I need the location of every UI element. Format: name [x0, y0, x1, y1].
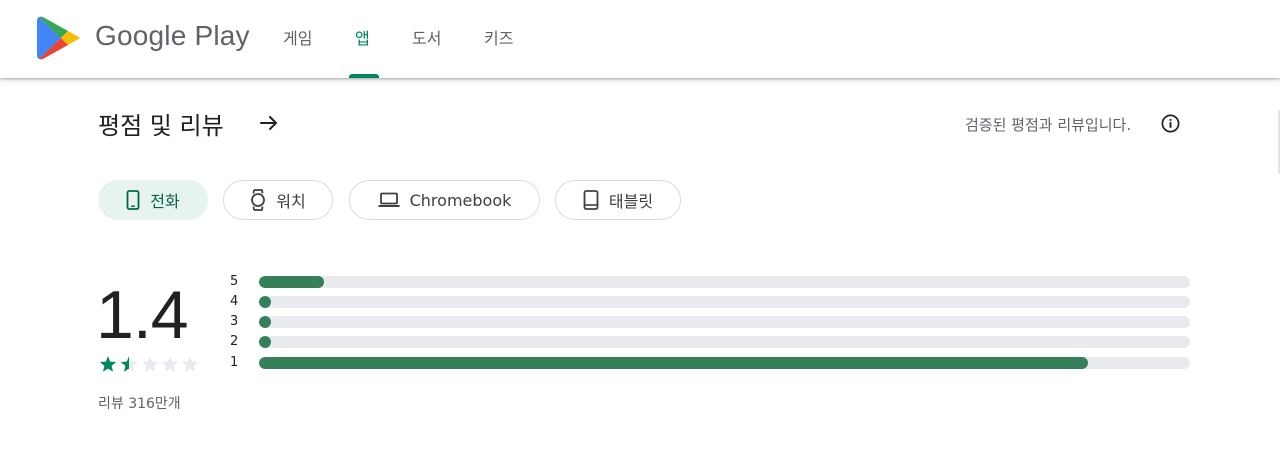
star-empty-icon — [161, 356, 179, 372]
brand-name[interactable]: Google Play — [95, 20, 250, 52]
top-app-bar: Google Play 게임 앱 도서 키즈 — [0, 0, 1280, 78]
nav-tab-kids[interactable]: 키즈 — [484, 25, 513, 78]
review-count: 리뷰 316만개 — [98, 396, 181, 412]
histogram-label: 2 — [230, 334, 239, 349]
star-empty-icon — [181, 356, 199, 372]
laptop-icon — [378, 192, 400, 207]
histogram-track — [259, 336, 1190, 348]
star-full-icon — [99, 356, 117, 372]
verified-ratings-note: 검증된 평점과 리뷰입니다. — [965, 116, 1132, 134]
histogram-row-4: 4 — [228, 292, 1192, 312]
star-rating — [99, 356, 199, 372]
device-chip-label: Chromebook — [409, 190, 512, 210]
histogram-track — [259, 276, 1190, 288]
histogram-row-5: 5 — [228, 272, 1192, 292]
histogram-label: 1 — [230, 355, 239, 370]
histogram-row-2: 2 — [228, 332, 1192, 352]
device-chip-phone[interactable]: 전화 — [98, 180, 208, 220]
histogram-row-3: 3 — [228, 312, 1192, 332]
histogram-label: 5 — [230, 274, 239, 289]
nav-tab-games[interactable]: 게임 — [283, 25, 312, 78]
histogram-track — [259, 357, 1190, 369]
phone-icon — [126, 190, 140, 210]
histogram-bar — [259, 336, 271, 348]
device-chip-chromebook[interactable]: Chromebook — [349, 180, 540, 220]
histogram-track — [259, 296, 1190, 308]
star-half-icon — [120, 356, 138, 372]
histogram-bar — [259, 296, 271, 308]
histogram-label: 3 — [230, 314, 239, 329]
histogram-bar — [259, 357, 1088, 369]
star-empty-icon — [141, 356, 159, 372]
device-chip-label: 워치 — [276, 192, 306, 211]
watch-icon — [251, 189, 266, 211]
histogram-row-1: 1 — [228, 353, 1192, 373]
nav-tab-apps[interactable]: 앱 — [355, 25, 370, 78]
nav-tab-books[interactable]: 도서 — [412, 25, 441, 78]
tablet-icon — [583, 190, 599, 210]
arrow-forward-icon[interactable] — [257, 111, 281, 135]
histogram-bar — [259, 276, 325, 288]
device-chip-watch[interactable]: 워치 — [223, 180, 333, 220]
section-title: 평점 및 리뷰 — [98, 112, 224, 140]
average-rating: 1.4 — [96, 277, 189, 353]
device-chip-tablet[interactable]: 태블릿 — [555, 180, 681, 220]
histogram-label: 4 — [230, 294, 239, 309]
info-icon[interactable] — [1160, 113, 1181, 134]
device-chip-label: 전화 — [150, 192, 180, 211]
active-tab-indicator — [349, 74, 379, 78]
device-chip-label: 태블릿 — [608, 192, 654, 211]
histogram-bar — [259, 316, 271, 328]
histogram-track — [259, 316, 1190, 328]
google-play-logo-icon[interactable] — [36, 14, 82, 62]
